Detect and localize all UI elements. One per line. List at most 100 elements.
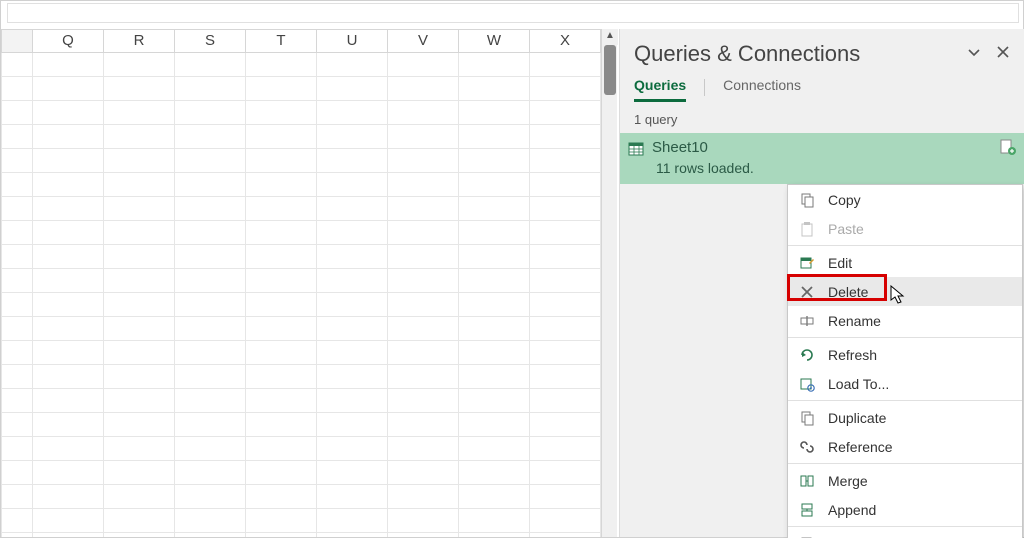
cell[interactable]	[33, 533, 104, 537]
cell[interactable]	[33, 197, 104, 221]
cell[interactable]	[388, 461, 459, 485]
cell[interactable]	[246, 77, 317, 101]
tab-queries[interactable]: Queries	[634, 77, 686, 102]
cell[interactable]	[530, 461, 601, 485]
cell[interactable]	[246, 341, 317, 365]
cell[interactable]	[33, 509, 104, 533]
cell[interactable]	[246, 413, 317, 437]
cell[interactable]	[317, 221, 388, 245]
cell[interactable]	[388, 437, 459, 461]
cell[interactable]	[459, 437, 530, 461]
cell[interactable]	[530, 101, 601, 125]
cell[interactable]	[246, 461, 317, 485]
column-header[interactable]: V	[388, 29, 459, 53]
row-header[interactable]	[1, 413, 33, 437]
menu-merge[interactable]: Merge	[788, 466, 1022, 495]
cell[interactable]	[104, 269, 175, 293]
cell[interactable]	[459, 413, 530, 437]
cell[interactable]	[104, 245, 175, 269]
cell[interactable]	[104, 293, 175, 317]
row-header[interactable]	[1, 245, 33, 269]
tab-connections[interactable]: Connections	[723, 77, 801, 102]
cell[interactable]	[388, 53, 459, 77]
cell[interactable]	[175, 197, 246, 221]
cell[interactable]	[530, 77, 601, 101]
close-icon[interactable]	[996, 45, 1010, 64]
cell[interactable]	[459, 149, 530, 173]
cell[interactable]	[317, 101, 388, 125]
cell[interactable]	[388, 197, 459, 221]
row-header[interactable]	[1, 389, 33, 413]
cell[interactable]	[33, 269, 104, 293]
row-header[interactable]	[1, 173, 33, 197]
cell[interactable]	[246, 101, 317, 125]
cell[interactable]	[317, 173, 388, 197]
cell[interactable]	[317, 365, 388, 389]
cell[interactable]	[317, 485, 388, 509]
cell[interactable]	[317, 317, 388, 341]
cell[interactable]	[175, 269, 246, 293]
cell[interactable]	[175, 149, 246, 173]
cell[interactable]	[175, 509, 246, 533]
cell[interactable]	[388, 221, 459, 245]
cell[interactable]	[530, 317, 601, 341]
cell[interactable]	[246, 173, 317, 197]
cell[interactable]	[246, 269, 317, 293]
cell[interactable]	[459, 365, 530, 389]
cell[interactable]	[104, 485, 175, 509]
cell[interactable]	[246, 53, 317, 77]
cell[interactable]	[317, 77, 388, 101]
cell[interactable]	[459, 293, 530, 317]
cell[interactable]	[33, 173, 104, 197]
select-all-corner[interactable]	[1, 29, 33, 53]
cell[interactable]	[246, 509, 317, 533]
cell[interactable]	[33, 125, 104, 149]
cell[interactable]	[317, 389, 388, 413]
cell[interactable]	[317, 149, 388, 173]
row-header[interactable]	[1, 437, 33, 461]
cell[interactable]	[175, 125, 246, 149]
cell[interactable]	[530, 245, 601, 269]
cell[interactable]	[104, 389, 175, 413]
cell[interactable]	[317, 509, 388, 533]
cell[interactable]	[530, 197, 601, 221]
cell[interactable]	[388, 293, 459, 317]
row-header[interactable]	[1, 317, 33, 341]
cell[interactable]	[246, 317, 317, 341]
cell[interactable]	[246, 485, 317, 509]
cell[interactable]	[459, 221, 530, 245]
cell[interactable]	[459, 341, 530, 365]
cell[interactable]	[104, 317, 175, 341]
cell[interactable]	[388, 509, 459, 533]
query-item[interactable]: Sheet10 11 rows loaded.	[620, 133, 1024, 184]
row-header[interactable]	[1, 125, 33, 149]
cell[interactable]	[246, 149, 317, 173]
menu-edit[interactable]: Edit	[788, 248, 1022, 277]
cell[interactable]	[530, 125, 601, 149]
cell[interactable]	[175, 245, 246, 269]
cell[interactable]	[317, 197, 388, 221]
cell[interactable]	[175, 533, 246, 537]
cell[interactable]	[388, 77, 459, 101]
cell[interactable]	[459, 389, 530, 413]
cell[interactable]	[459, 77, 530, 101]
column-header[interactable]: R	[104, 29, 175, 53]
cell[interactable]	[104, 341, 175, 365]
row-header[interactable]	[1, 533, 33, 537]
cell[interactable]	[175, 485, 246, 509]
cell[interactable]	[530, 509, 601, 533]
cell[interactable]	[33, 101, 104, 125]
menu-copy[interactable]: Copy	[788, 185, 1022, 214]
cell[interactable]	[175, 101, 246, 125]
cell[interactable]	[530, 53, 601, 77]
cell[interactable]	[33, 413, 104, 437]
cell[interactable]	[388, 341, 459, 365]
cell[interactable]	[33, 365, 104, 389]
cell[interactable]	[246, 365, 317, 389]
menu-load-to[interactable]: Load To...	[788, 369, 1022, 398]
cell[interactable]	[388, 173, 459, 197]
cell[interactable]	[104, 53, 175, 77]
collapse-icon[interactable]	[966, 45, 982, 64]
cell[interactable]	[33, 53, 104, 77]
cell[interactable]	[459, 485, 530, 509]
